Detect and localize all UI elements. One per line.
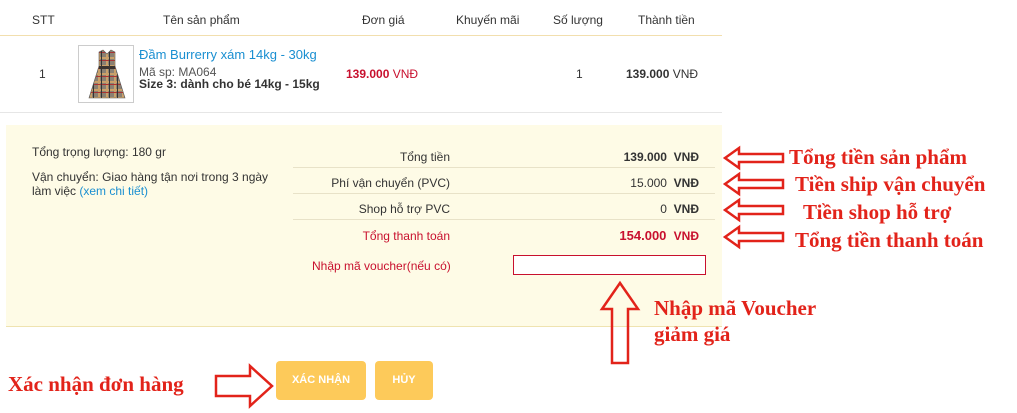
row-stt: 1 (39, 67, 46, 81)
row-quantity: 1 (576, 67, 583, 81)
summary-row-product-total: Tổng tiền 139.000 VNĐ (293, 144, 715, 168)
arrow-left-icon (722, 224, 785, 250)
summary-value-amount: 139.000 (623, 150, 667, 164)
row-subtotal-currency: VNĐ (672, 67, 699, 81)
annotation-voucher-line-2: giảm giá (654, 322, 731, 346)
product-size-value: dành cho bé 14kg - 15kg (180, 77, 320, 91)
summary-value: 154.000 VNĐ (619, 228, 699, 243)
row-unit-price-value: 139.000 (346, 67, 390, 81)
header-unit-price: Đơn giá (362, 13, 405, 27)
row-subtotal-value: 139.000 (626, 67, 670, 81)
annotation-shop-support: Tiền shop hỗ trợ (803, 200, 952, 224)
summary-value-currency: VNĐ (673, 229, 699, 243)
row-subtotal: 139.000 VNĐ (626, 67, 698, 81)
shipping-label: Vận chuyển: (32, 170, 99, 184)
arrow-right-icon (214, 363, 274, 409)
product-name-link[interactable]: Đầm Burrerry xám 14kg - 30kg (139, 47, 317, 62)
summary-label: Tổng thanh toán (362, 229, 450, 243)
total-weight: Tổng trọng lượng: 180 gr (32, 145, 166, 159)
cart-row: 1 Đầm Burrerry xám 14kg - 30kg Mã sp: MA… (0, 36, 722, 113)
summary-label: Phí vận chuyển (PVC) (331, 176, 450, 190)
row-unit-price: 139.000 VNĐ (346, 67, 418, 81)
product-size-label: Size 3: (139, 77, 178, 91)
arrow-left-icon (722, 145, 785, 171)
summary-row-shipping-fee: Phí vận chuyển (PVC) 15.000 VNĐ (293, 170, 715, 194)
shipping-info: Vận chuyển: Giao hàng tận nơi trong 3 ng… (32, 170, 292, 198)
annotation-voucher-line-1: Nhập mã Voucher (654, 296, 817, 320)
summary-value-currency: VNĐ (673, 150, 699, 164)
cancel-button[interactable]: HỦY (375, 361, 433, 400)
summary-value-currency: VNĐ (673, 176, 699, 190)
summary-value-currency: VNĐ (673, 202, 699, 216)
summary-value-amount: 154.000 (619, 228, 667, 243)
row-unit-price-currency: VNĐ (392, 67, 419, 81)
voucher-input[interactable] (513, 255, 706, 275)
summary-label: Tổng tiền (399, 150, 450, 164)
voucher-label: Nhập mã voucher(nếu có) (312, 259, 451, 273)
summary-row-shop-support: Shop hỗ trợ PVC 0 VNĐ (293, 196, 715, 220)
header-stt: STT (32, 13, 55, 27)
summary-value-amount: 15.000 (630, 176, 667, 190)
product-size: Size 3: dành cho bé 14kg - 15kg (139, 77, 320, 91)
annotation-product-total: Tổng tiền sản phẩm (789, 145, 967, 169)
arrow-left-icon (722, 197, 785, 223)
annotation-shipping-fee: Tiền ship vận chuyển (795, 172, 986, 196)
summary-label: Shop hỗ trợ PVC (358, 202, 450, 216)
annotation-grand-total: Tổng tiền thanh toán (795, 228, 984, 252)
header-promotion: Khuyến mãi (456, 13, 520, 27)
summary-value-amount: 0 (660, 202, 667, 216)
annotation-confirm-order: Xác nhận đơn hàng (8, 372, 184, 396)
summary-row-grand-total: Tổng thanh toán 154.000 VNĐ (293, 223, 715, 247)
summary-value: 15.000 VNĐ (630, 176, 699, 190)
shipping-text-2: làm việc (32, 184, 77, 198)
summary-value: 0 VNĐ (660, 202, 699, 216)
dress-image-icon (88, 49, 126, 99)
cart-table-header: STT Tên sản phẩm Đơn giá Khuyến mãi Số l… (0, 0, 722, 36)
shipping-details-link[interactable]: (xem chi tiết) (79, 184, 148, 198)
arrow-left-icon (722, 171, 785, 197)
confirm-button[interactable]: XÁC NHẬN (276, 361, 366, 400)
header-quantity: Số lượng (553, 13, 603, 27)
product-thumbnail[interactable] (78, 45, 134, 103)
shipping-text: Giao hàng tận nơi trong 3 ngày (102, 170, 269, 184)
header-subtotal: Thành tiền (638, 13, 695, 27)
arrow-up-icon (599, 280, 641, 365)
summary-value: 139.000 VNĐ (624, 150, 699, 164)
header-product-name: Tên sản phẩm (163, 13, 240, 27)
